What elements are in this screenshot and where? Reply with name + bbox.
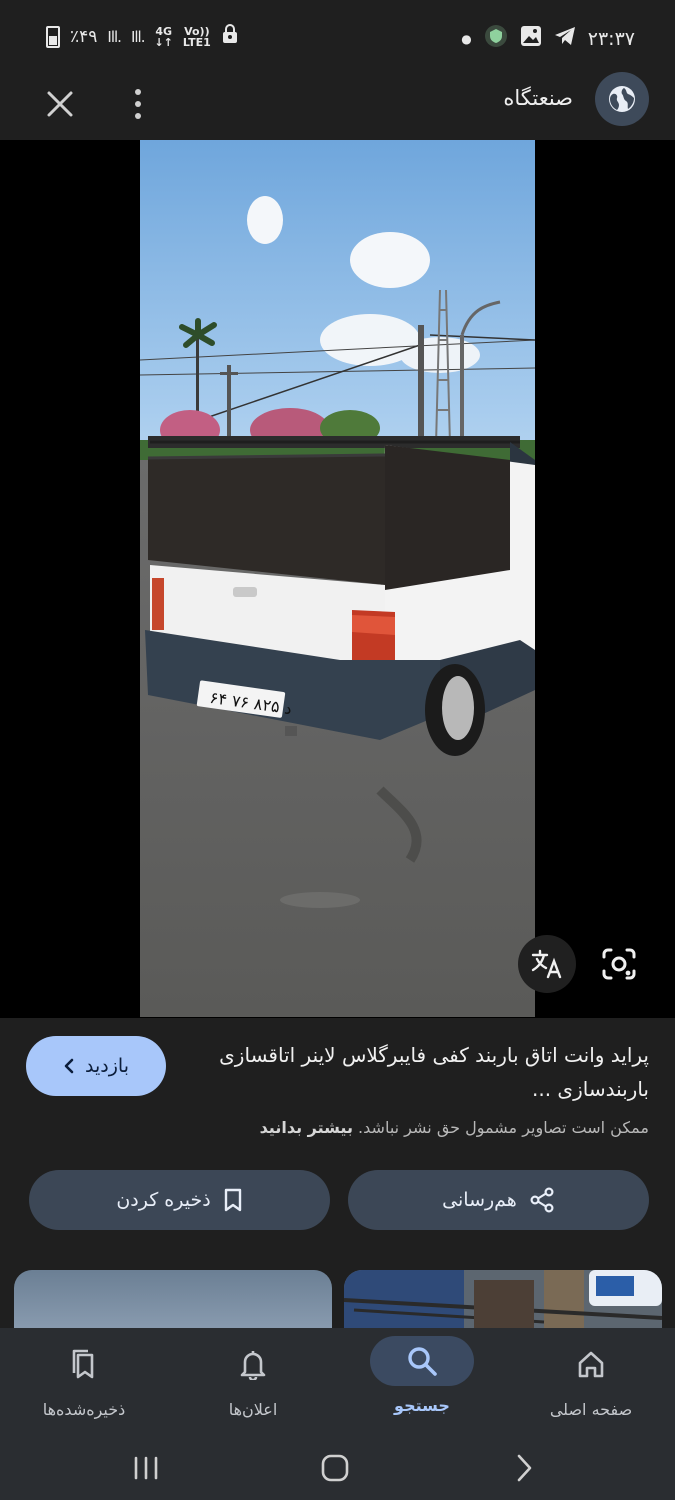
visit-button[interactable]: بازدید: [26, 1036, 166, 1096]
nav-label-search: جستجو: [394, 1396, 450, 1415]
back-button[interactable]: [500, 1446, 548, 1490]
battery-percent: ٪۴۹: [70, 26, 98, 47]
source-site-name[interactable]: صنعتگاه: [503, 86, 573, 110]
nav-label-home: صفحه اصلی: [549, 1400, 633, 1419]
image-info-panel: پراید وانت اتاق باربند کفی فایبرگلاس لای…: [0, 1018, 675, 1340]
home-icon: [556, 1342, 626, 1386]
share-button[interactable]: هم‌رسانی: [348, 1170, 649, 1230]
globe-icon: [609, 86, 635, 112]
chevron-left-icon: [64, 1058, 74, 1074]
home-system-button[interactable]: [311, 1446, 359, 1490]
translate-icon: [531, 949, 562, 979]
share-icon: [530, 1187, 554, 1213]
home-circle-icon: [321, 1454, 349, 1482]
signal-icon-2: Ill.: [130, 27, 145, 46]
recents-icon: [134, 1456, 158, 1480]
gallery-icon: [520, 25, 542, 52]
learn-more-link[interactable]: بیشتر بدانید: [260, 1118, 353, 1137]
signal-icon: Ill.: [107, 27, 121, 46]
lens-icon: [602, 948, 636, 980]
recent-apps-button[interactable]: [122, 1446, 170, 1490]
close-icon: [47, 91, 73, 117]
copyright-text: ممکن است تصاویر مشمول حق نشر نباشد.: [358, 1118, 649, 1137]
nav-item-notifications[interactable]: اعلان‌ها: [169, 1328, 337, 1440]
preview-image[interactable]: ۶۴ د ۸۲۵ ۷۶: [140, 140, 535, 1017]
translate-button[interactable]: [518, 935, 576, 993]
copyright-notice: ممکن است تصاویر مشمول حق نشر نباشد. بیشت…: [260, 1118, 649, 1137]
lens-search-button[interactable]: [590, 935, 648, 993]
search-icon: [370, 1336, 474, 1386]
save-label: ذخیره کردن: [116, 1189, 211, 1211]
network-type: 4G ↓↑: [154, 24, 173, 49]
status-right: ● ۲۳:۳۷: [461, 24, 635, 53]
save-button[interactable]: ذخیره کردن: [29, 1170, 330, 1230]
nav-label-notifications: اعلان‌ها: [228, 1400, 278, 1419]
clock-time: ۲۳:۳۷: [587, 27, 635, 50]
site-favicon-button[interactable]: [595, 72, 649, 126]
more-vert-icon: [135, 89, 141, 119]
close-button[interactable]: [38, 82, 82, 126]
image-viewer: ۶۴ د ۸۲۵ ۷۶: [0, 140, 675, 1018]
telegram-icon: [554, 26, 576, 51]
nav-item-saved[interactable]: ذخیره‌شده‌ها: [0, 1328, 168, 1440]
status-left: ٪۴۹ Ill. Ill. 4G ↓↑ Vo)) LTE1: [46, 24, 239, 49]
system-navigation-bar: [0, 1440, 675, 1500]
image-title[interactable]: پراید وانت اتاق باربند کفی فایبرگلاس لای…: [199, 1038, 649, 1106]
battery-icon: [46, 25, 60, 48]
bell-icon: [218, 1342, 288, 1386]
chevron-right-icon: [517, 1454, 532, 1482]
bottom-navigation: صفحه اصلی جستجو اعلان‌ها ذخیره‌شده‌ها: [0, 1328, 675, 1440]
status-bar: ٪۴۹ Ill. Ill. 4G ↓↑ Vo)) LTE1 ● ۲۳:۳۷: [0, 0, 675, 72]
share-label: هم‌رسانی: [442, 1189, 517, 1211]
lock-icon: [221, 24, 239, 49]
bookmark-icon: [224, 1188, 241, 1212]
nav-item-home[interactable]: صفحه اصلی: [507, 1328, 675, 1440]
visit-label: بازدید: [85, 1055, 129, 1077]
more-options-button[interactable]: [118, 80, 158, 128]
nav-label-saved: ذخیره‌شده‌ها: [42, 1400, 126, 1419]
notification-dot-icon: ●: [461, 31, 472, 46]
bookmarks-icon: [49, 1342, 119, 1386]
nav-item-search[interactable]: جستجو: [338, 1328, 506, 1440]
volte-indicator: Vo)) LTE1: [182, 24, 211, 49]
top-app-bar: صنعتگاه: [0, 72, 675, 140]
shield-app-icon: [484, 24, 508, 53]
